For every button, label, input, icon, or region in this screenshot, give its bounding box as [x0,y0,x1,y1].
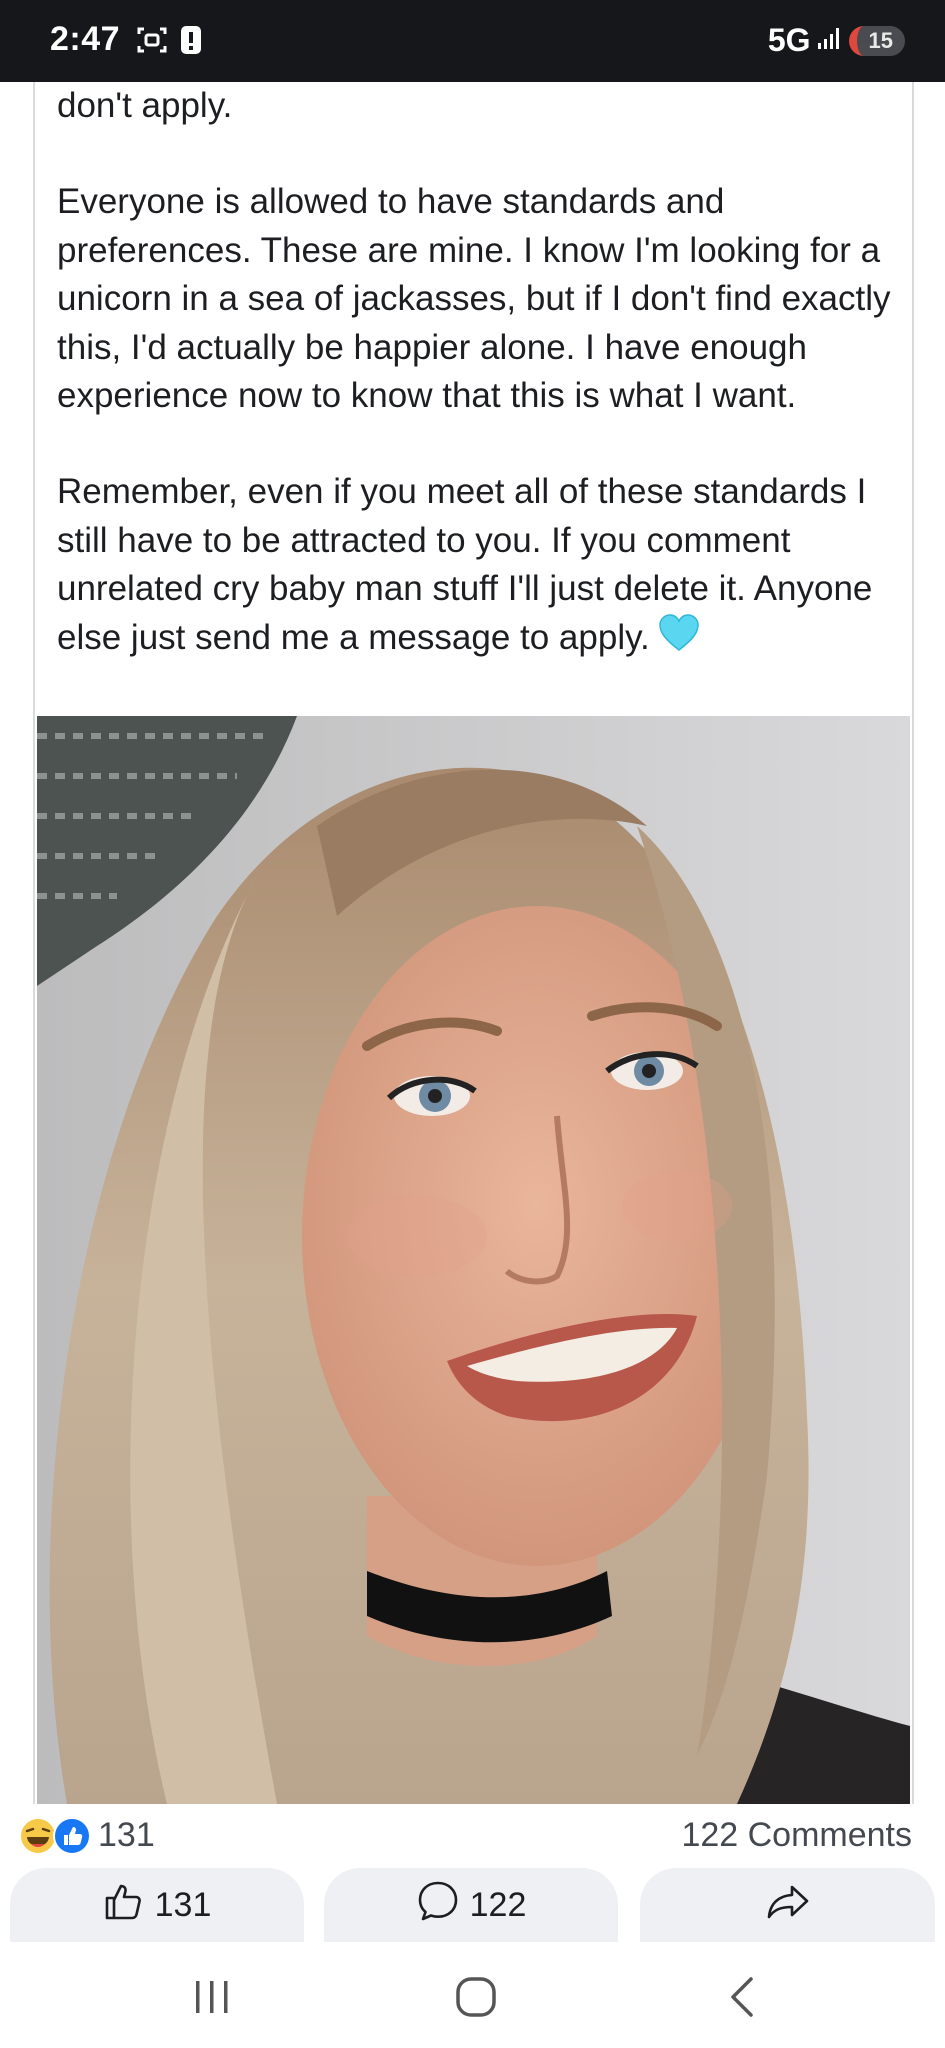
reactions-row[interactable]: 131 122 Comments [18,1812,918,1862]
like-count: 131 [154,1885,212,1924]
thumbs-up-icon [103,1880,145,1931]
share-icon [766,1881,810,1930]
post-paragraph-2-wrap: Remember, even if you meet all of these … [57,468,897,665]
status-time: 2:47 [50,20,121,58]
network-label: 5G [767,22,811,58]
nav-bar [0,1942,945,2048]
comments-count[interactable]: 122 Comments [681,1816,912,1855]
post-photo[interactable] [37,716,910,1804]
status-icons-left [136,24,202,61]
comment-count: 122 [469,1885,527,1924]
alert-icon [180,24,202,61]
home-icon[interactable] [446,1972,506,2022]
like-button[interactable]: 131 [10,1868,304,1942]
post-text-continued: don't apply. [57,86,233,125]
status-bar: 2:47 5G 15 [0,0,945,82]
comment-button[interactable]: 122 [324,1868,618,1942]
light-blue-heart-icon [658,613,700,665]
battery-icon: 15 [848,25,905,56]
like-icon [53,1817,91,1855]
post-card: don't apply. Everyone is allowed to have… [33,82,914,1804]
back-icon[interactable] [712,1972,772,2022]
action-bar: 131 122 [0,1868,945,1942]
post-paragraph-1: Everyone is allowed to have standards an… [57,182,891,416]
status-right: 5G 15 [768,22,905,59]
post-paragraph-2: Remember, even if you meet all of these … [57,472,873,657]
comment-icon [416,1879,460,1932]
reaction-icons [18,1816,98,1856]
post-text: don't apply. Everyone is allowed to have… [57,82,897,665]
recents-icon[interactable] [182,1972,242,2022]
reactions-count: 131 [98,1816,155,1854]
haha-icon [19,1817,57,1855]
screenshot-icon [136,24,168,61]
signal-icon [817,25,843,56]
share-button[interactable] [640,1868,935,1942]
